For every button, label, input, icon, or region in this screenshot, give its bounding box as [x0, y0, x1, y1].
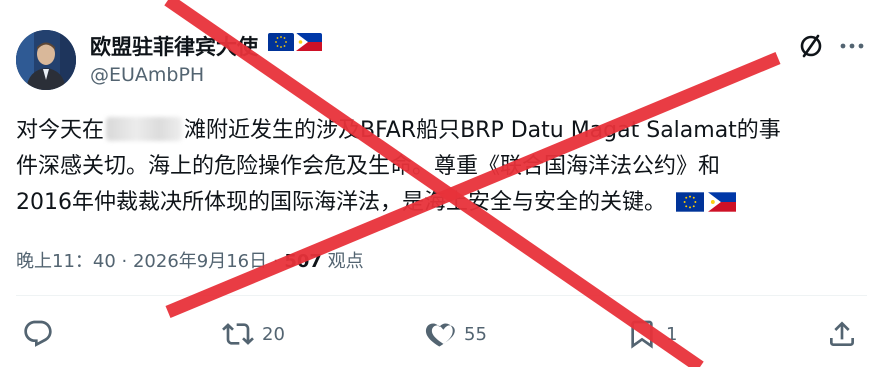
share-icon [826, 318, 858, 350]
retweet-button[interactable]: 20 [222, 318, 285, 350]
timestamp[interactable]: 晚上11：40 · 2026年9月16日 [16, 251, 267, 272]
grok-icon[interactable] [796, 31, 826, 61]
text-flags [676, 188, 736, 224]
bookmark-button[interactable]: 1 [626, 318, 677, 350]
reply-icon [22, 318, 54, 350]
avatar[interactable] [16, 30, 76, 90]
tweet-meta: 晚上11：40 · 2026年9月16日 · 507 观点 [16, 247, 364, 273]
philippines-flag-icon [296, 33, 322, 55]
tweet-text-line-3: 2016年仲裁裁决所体现的国际海洋法，是海上安全与安全的关键。 [16, 185, 866, 224]
philippines-flag-icon [708, 188, 736, 224]
views-count: 507 [284, 251, 322, 272]
views-label: 观点 [321, 251, 364, 272]
handle[interactable]: @EUAmbPH [90, 64, 204, 86]
tweet-text-segment: 2016年仲裁裁决所体现的国际海洋法，是海上安全与安全的关键。 [16, 190, 666, 215]
tweet-text-line-1: 对今天在 滩附近发生的涉及BFAR船只BRP Datu Magat Salamat… [16, 113, 866, 149]
tweet-text-line-2: 件深感关切。海上的危险操作会危及生命。尊重《联合国海洋法公约》和 [16, 154, 721, 179]
eu-flag-icon [268, 33, 294, 55]
like-count: 55 [464, 323, 487, 345]
like-button[interactable]: 55 [424, 318, 487, 350]
name-flags [268, 33, 322, 55]
heart-icon [424, 318, 456, 350]
meta-separator: · [267, 251, 285, 272]
reply-button[interactable] [22, 318, 62, 350]
divider [16, 295, 867, 296]
redacted-place-name [106, 117, 183, 141]
retweet-icon [222, 318, 254, 350]
eu-flag-icon [676, 188, 704, 224]
tweet-text-segment: 滩附近发生的涉及BFAR船只BRP Datu Magat Salamat的事 [184, 118, 781, 143]
share-button[interactable] [826, 318, 858, 350]
retweet-count: 20 [262, 323, 285, 345]
more-icon[interactable] [837, 33, 867, 59]
bookmark-icon [626, 318, 658, 350]
tweet-text-segment: 对今天在 [16, 118, 105, 143]
bookmark-count: 1 [666, 323, 678, 345]
tweet-text: 对今天在 滩附近发生的涉及BFAR船只BRP Datu Magat Salamat… [16, 113, 866, 224]
display-name[interactable]: 欧盟驻菲律宾大使 [90, 31, 258, 61]
